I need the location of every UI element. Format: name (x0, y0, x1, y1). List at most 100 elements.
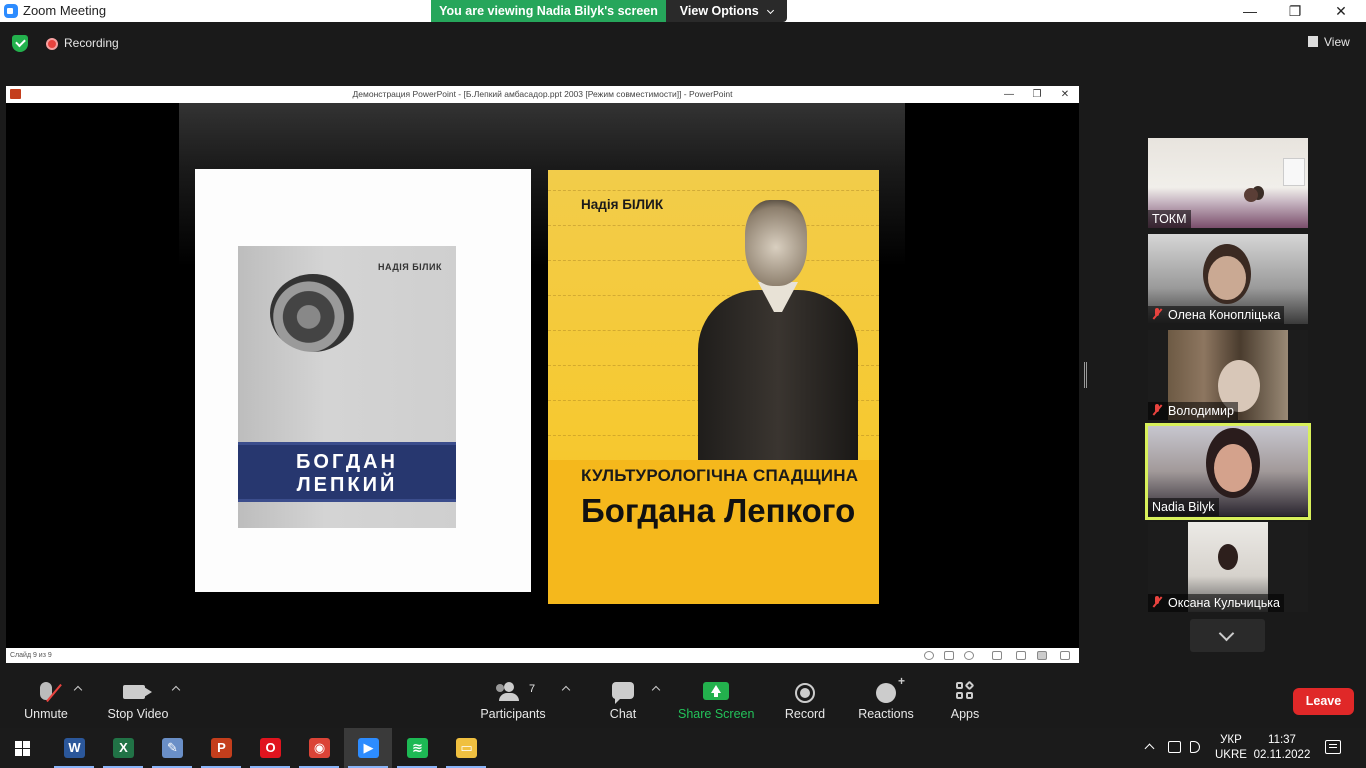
gallery-scroll-down-button[interactable] (1190, 619, 1265, 652)
chat-options-chevron-icon[interactable] (651, 685, 661, 695)
zoom-icon (4, 4, 18, 18)
windows-taskbar: W X ✎ P O ◉ ▶ ≋ ▭ УКР UKRE 11:37 02.11.2022 (0, 728, 1366, 768)
taskbar-app-zoom[interactable]: ▶ (344, 728, 392, 768)
slide-counter: Слайд 9 из 9 (10, 652, 52, 659)
shared-screen: Демонстрация PowerPoint - [Б.Лепкий амба… (6, 86, 1079, 663)
person-figure (1244, 188, 1258, 202)
leave-button[interactable]: Leave (1293, 688, 1354, 715)
handwriting-line (548, 295, 879, 296)
meeting-toolbar: Unmute Stop Video 7 Participants Chat Sh… (0, 671, 1366, 728)
taskbar-app-paint[interactable]: ✎ (148, 728, 196, 768)
taskbar-app-spotify[interactable]: ≋ (393, 728, 441, 768)
ppt-restore-icon: ❐ (1032, 89, 1042, 100)
ppt-window-title: Демонстрация PowerPoint - [Б.Лепкий амба… (352, 89, 733, 99)
bird-emblem-icon (270, 274, 356, 352)
chrome-icon: ◉ (309, 738, 330, 758)
muted-mic-icon (1152, 596, 1162, 608)
right-cover-title-line2: Богдана Лепкого (581, 492, 856, 529)
right-cover-author: Надія БІЛИК (581, 197, 664, 212)
panel-resize-handle[interactable] (1084, 362, 1087, 388)
taskbar-app-word[interactable]: W (50, 728, 98, 768)
left-cover-band: БОГДАН ЛЕПКИЙ (238, 442, 456, 502)
opera-icon: O (260, 738, 281, 758)
menu-icon (944, 651, 954, 660)
ppt-statusbar: Слайд 9 из 9 (6, 648, 1079, 663)
powerpoint-icon: P (211, 738, 232, 758)
clock[interactable]: 11:37 02.11.2022 (1251, 733, 1313, 763)
participant-tile[interactable]: Оксана Кульчицька (1148, 522, 1308, 612)
view-options-button[interactable]: View Options (666, 0, 787, 22)
security-shield-icon[interactable] (12, 35, 28, 52)
video-camera-icon (123, 685, 152, 699)
prev-slide-icon (924, 651, 934, 660)
taskbar-app-chrome[interactable]: ◉ (295, 728, 343, 768)
slide-sorter-icon (1016, 651, 1026, 660)
right-cover-title-line1: КУЛЬТУРОЛОГІЧНА СПАДЩИНА (581, 466, 859, 485)
portrait-head (745, 200, 807, 286)
view-button[interactable]: View (1308, 35, 1350, 49)
view-options-label: View Options (679, 4, 759, 18)
taskbar-app-file-explorer[interactable]: ▭ (442, 728, 490, 768)
ppt-minimize-icon: — (1004, 89, 1014, 100)
muted-mic-icon (1152, 404, 1162, 416)
viewing-banner: You are viewing Nadia Bilyk's screen (431, 0, 666, 22)
recording-icon (46, 38, 58, 50)
chat-button[interactable]: Chat (600, 671, 646, 728)
taskbar-app-powerpoint[interactable]: P (197, 728, 245, 768)
handwriting-line (548, 225, 879, 226)
apps-icon (956, 680, 975, 700)
left-cover-title-line2: ЛЕПКИЙ (296, 474, 398, 496)
participant-name: Оксана Кульчицька (1148, 594, 1284, 612)
participant-tile[interactable]: Володимир (1148, 330, 1308, 420)
minimize-button[interactable]: — (1227, 0, 1273, 22)
book-cover-right: Надія БІЛИК КУЛЬТУРОЛОГІЧНА СПАДЩИНА Бог… (548, 170, 879, 604)
record-button[interactable]: Record (780, 671, 830, 728)
window-title: Zoom Meeting (23, 3, 107, 18)
stop-video-button[interactable]: Stop Video (104, 671, 172, 728)
grid-view-icon (1308, 36, 1318, 47)
person-face (1208, 256, 1246, 300)
ppt-close-icon: ✕ (1060, 89, 1070, 100)
taskbar-app-opera[interactable]: O (246, 728, 294, 768)
powerpoint-icon (10, 89, 21, 99)
language-indicator[interactable]: УКР UKRE (1215, 733, 1247, 763)
unmute-button[interactable]: Unmute (14, 671, 78, 728)
zoom-fit-icon (1060, 651, 1070, 660)
participant-tile[interactable]: Олена Конопліцька (1148, 234, 1308, 324)
handwriting-line (548, 260, 879, 261)
reactions-button[interactable]: Reactions (855, 671, 917, 728)
projector-screen (1283, 158, 1305, 186)
video-options-chevron-icon[interactable] (171, 685, 181, 695)
tray-expand-icon[interactable] (1144, 743, 1155, 754)
slideshow-icon (1037, 651, 1047, 660)
participant-tile[interactable]: ТОКМ (1148, 138, 1308, 228)
notifications-icon[interactable] (1325, 740, 1341, 754)
grey-book: НАДІЯ БІЛИК БОГДАН ЛЕПКИЙ (238, 246, 456, 528)
portrait-figure (698, 290, 858, 460)
participants-count: 7 (529, 683, 536, 695)
active-speaker-border (1145, 423, 1311, 520)
participants-button[interactable]: 7 Participants (478, 671, 548, 728)
participant-name: ТОКМ (1148, 210, 1191, 228)
chat-icon (612, 682, 634, 704)
share-screen-icon (703, 682, 729, 700)
close-button[interactable]: ✕ (1318, 0, 1364, 22)
restore-button[interactable]: ❐ (1272, 0, 1318, 22)
left-cover-author: НАДІЯ БІЛИК (378, 262, 442, 272)
record-icon (795, 683, 815, 703)
slide: НАДІЯ БІЛИК БОГДАН ЛЕПКИЙ Надія БІЛИК КУ… (179, 103, 905, 648)
paint-icon: ✎ (162, 738, 183, 758)
windows-start-icon[interactable] (15, 741, 31, 756)
taskbar-app-excel[interactable]: X (99, 728, 147, 768)
left-cover-title-line1: БОГДАН (296, 451, 398, 473)
volume-icon[interactable] (1190, 741, 1200, 753)
share-screen-button[interactable]: Share Screen (678, 671, 754, 728)
network-icon[interactable] (1168, 741, 1181, 753)
chevron-down-icon (767, 6, 775, 15)
recording-label[interactable]: Recording (64, 36, 119, 50)
apps-button[interactable]: Apps (945, 671, 985, 728)
participants-options-chevron-icon[interactable] (561, 685, 571, 695)
reactions-icon (876, 674, 905, 703)
ppt-titlebar: Демонстрация PowerPoint - [Б.Лепкий амба… (6, 86, 1079, 103)
participant-name: Олена Конопліцька (1148, 306, 1285, 324)
